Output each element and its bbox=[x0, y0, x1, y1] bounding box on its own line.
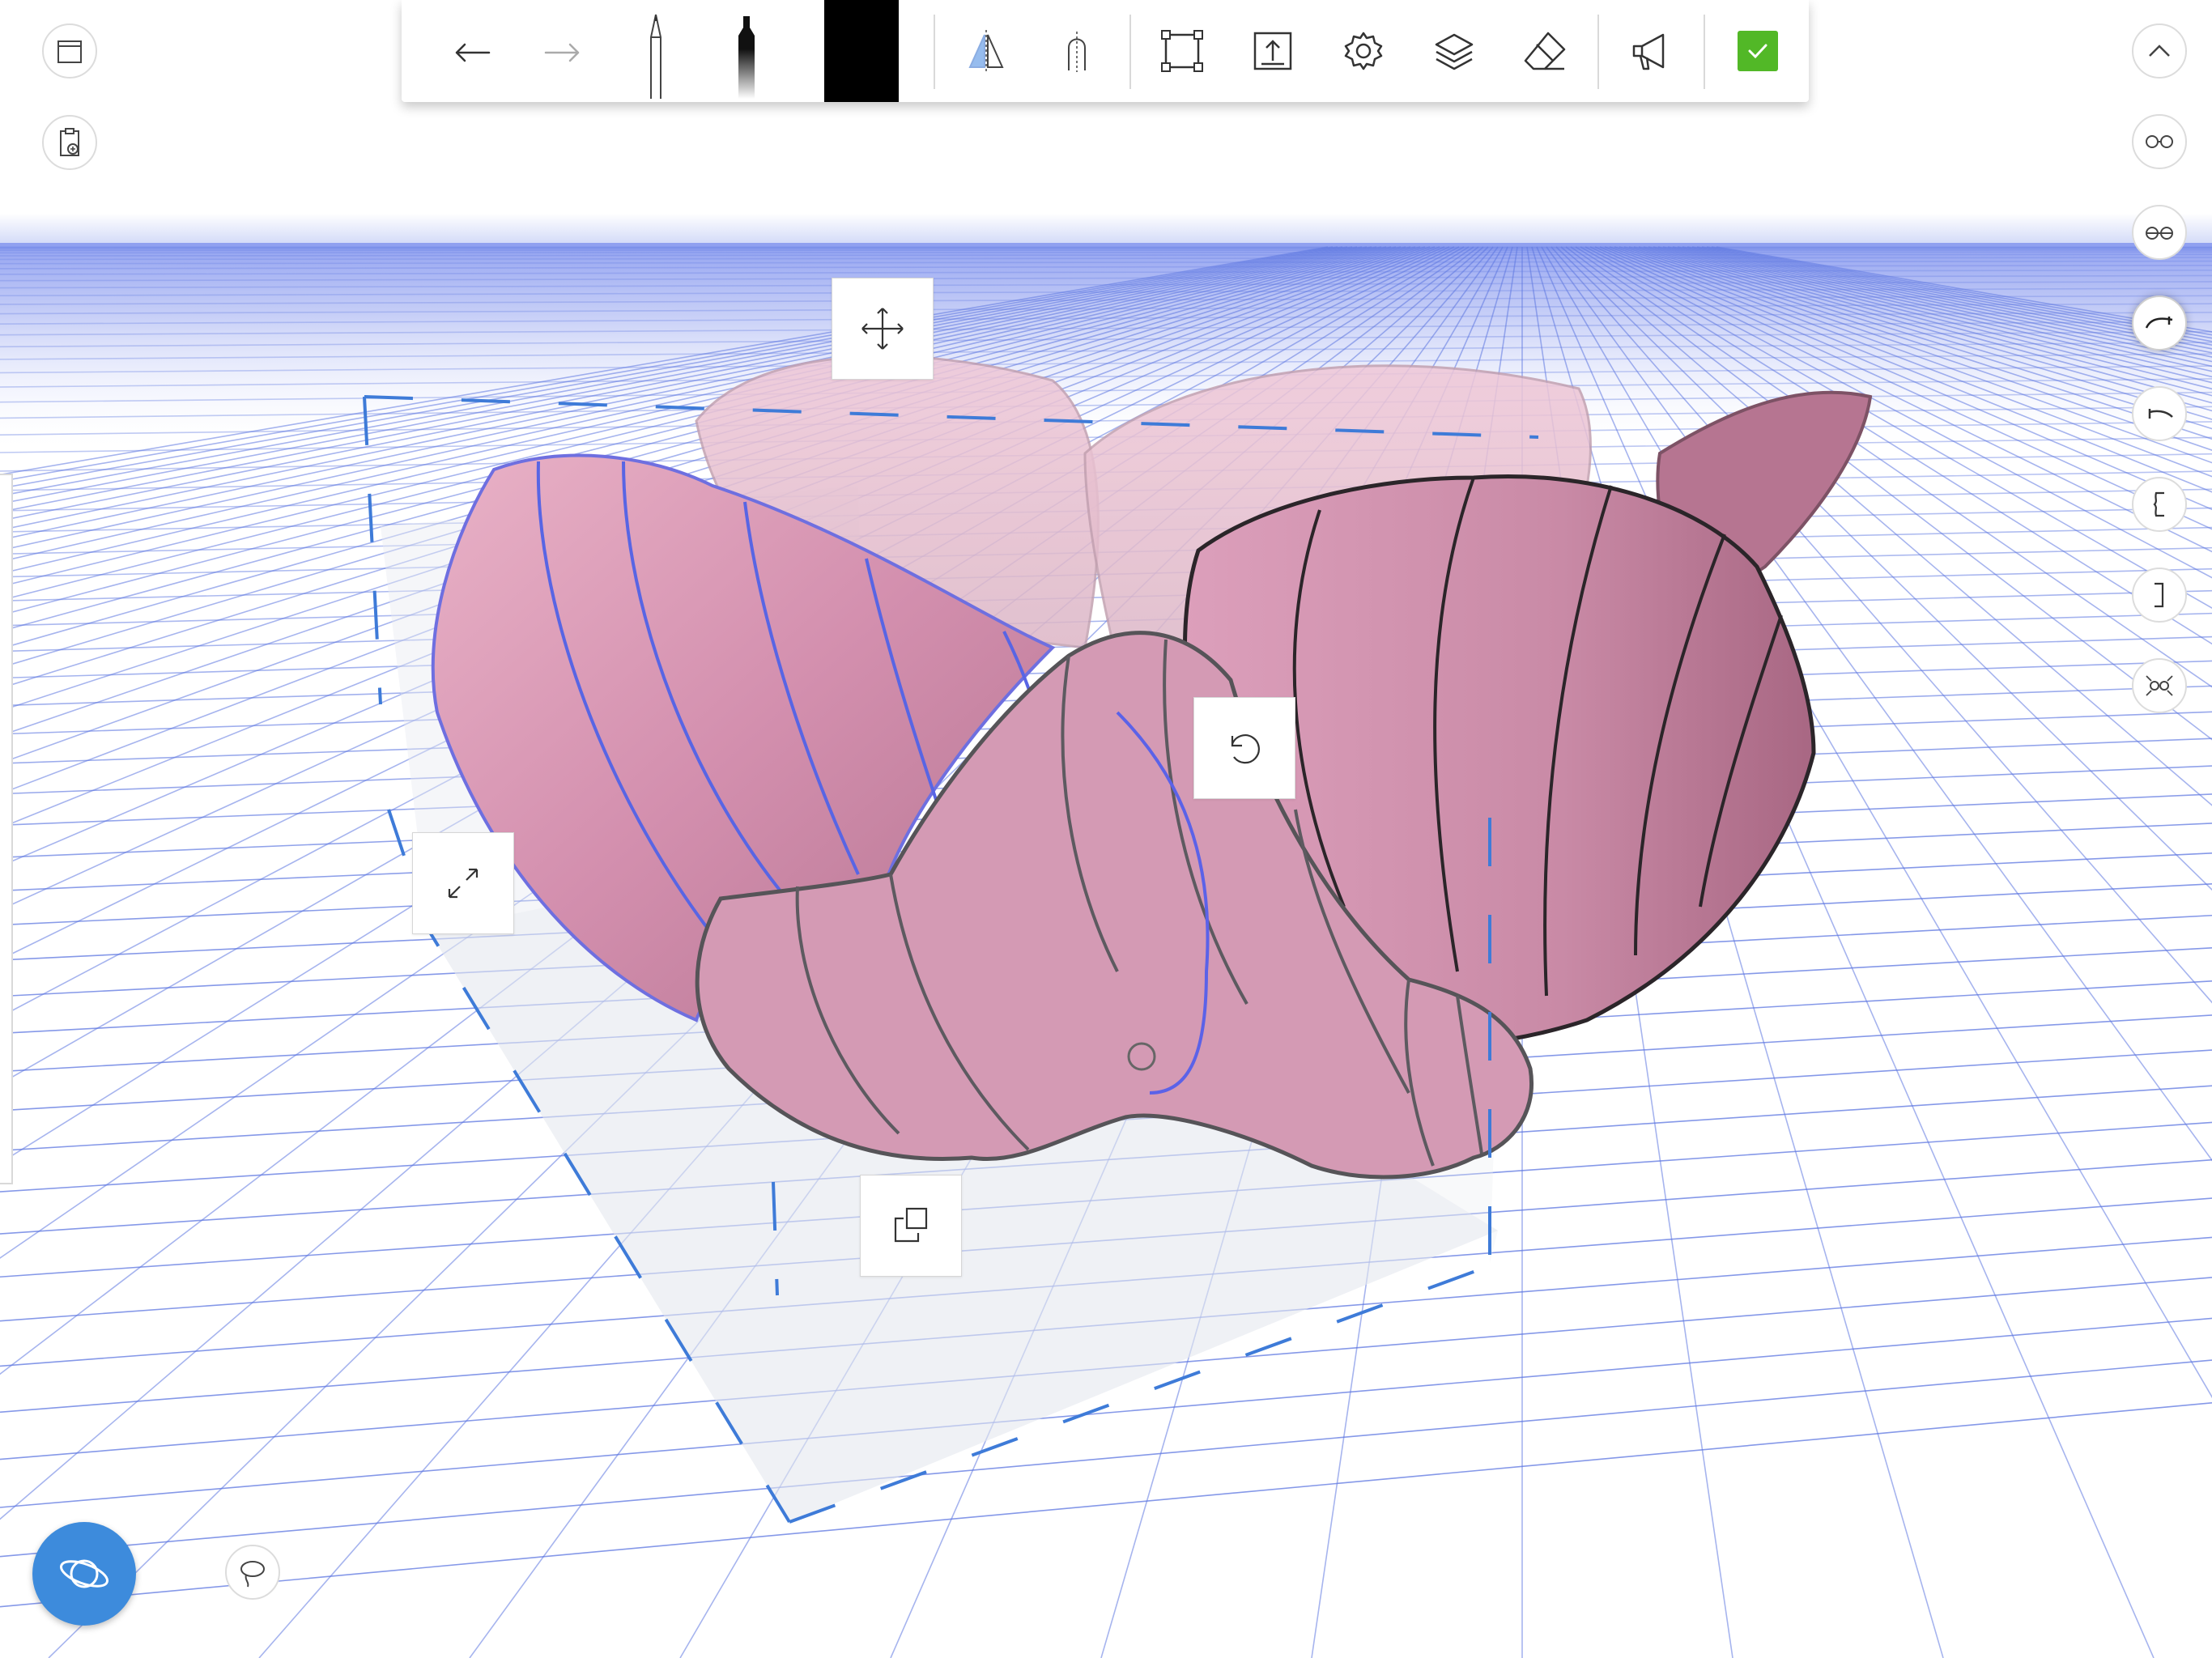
scale-arrows-icon bbox=[448, 868, 479, 899]
glasses-alt-view-icon bbox=[2146, 227, 2173, 240]
transform-button[interactable] bbox=[1143, 12, 1221, 90]
symmetry-mirror-icon bbox=[968, 30, 1004, 72]
undo-arrow-icon bbox=[455, 43, 491, 62]
stroke-start-cap-button[interactable] bbox=[2132, 386, 2187, 441]
glasses-view-icon bbox=[2146, 135, 2173, 148]
export-button[interactable] bbox=[1234, 12, 1312, 90]
duplicate-icon bbox=[894, 1207, 928, 1243]
eraser-button[interactable] bbox=[1506, 12, 1584, 90]
curve-guide-icon bbox=[1068, 32, 1086, 72]
layers-icon bbox=[1435, 33, 1474, 70]
marker-tool-icon bbox=[738, 16, 755, 99]
view-mode-button[interactable] bbox=[2132, 114, 2187, 169]
collapse-chevron-up-icon bbox=[2149, 45, 2170, 57]
toolbar-divider bbox=[1597, 15, 1599, 89]
redo-arrow-icon bbox=[544, 43, 580, 62]
main-toolbar bbox=[402, 0, 1809, 102]
move-handle[interactable] bbox=[832, 278, 934, 380]
stroke-end-cap-button[interactable] bbox=[2132, 295, 2187, 351]
color-swatch[interactable] bbox=[824, 0, 899, 102]
bracket-left-button[interactable] bbox=[2132, 477, 2187, 532]
eraser-icon bbox=[1524, 32, 1566, 70]
lasso-button[interactable] bbox=[225, 1545, 280, 1600]
window-frame-icon bbox=[57, 40, 82, 63]
export-upload-icon bbox=[1253, 32, 1292, 70]
duplicate-handle[interactable] bbox=[860, 1175, 962, 1277]
megaphone-icon bbox=[1632, 33, 1665, 70]
scale-handle[interactable] bbox=[412, 832, 514, 934]
toolbar-divider bbox=[1704, 15, 1705, 89]
bracket-right-icon bbox=[2155, 582, 2164, 608]
window-button[interactable] bbox=[42, 23, 97, 79]
view-mode-alt-button[interactable] bbox=[2132, 205, 2187, 260]
pencil-tool-button[interactable] bbox=[617, 5, 695, 99]
marker-tool-button[interactable] bbox=[708, 5, 785, 99]
curve-guide-button[interactable] bbox=[1038, 12, 1116, 90]
settings-button[interactable] bbox=[1325, 12, 1402, 90]
transform-box-icon bbox=[1161, 30, 1203, 72]
move-arrows-icon bbox=[861, 308, 904, 350]
undo-button[interactable] bbox=[434, 12, 512, 90]
checkmark-icon bbox=[1748, 44, 1767, 59]
lasso-icon bbox=[240, 1561, 265, 1588]
confirm-button[interactable] bbox=[1738, 31, 1778, 71]
feedback-button[interactable] bbox=[1611, 12, 1689, 90]
layers-button[interactable] bbox=[1415, 12, 1493, 90]
bracket-left-icon bbox=[2153, 491, 2164, 517]
stroke-end-cap-icon bbox=[2145, 317, 2173, 329]
bracket-right-button[interactable] bbox=[2132, 568, 2187, 623]
clipboard-paste-icon bbox=[60, 128, 79, 156]
side-panel-handle[interactable] bbox=[0, 474, 13, 1184]
toolbar-divider bbox=[934, 15, 935, 89]
rotate-icon bbox=[1231, 734, 1260, 764]
rotate-handle[interactable] bbox=[1193, 697, 1295, 799]
pencil-tool-icon bbox=[650, 14, 661, 99]
symmetry-button[interactable] bbox=[947, 12, 1025, 90]
toolbar-divider bbox=[1129, 15, 1131, 89]
3d-viewport[interactable] bbox=[0, 0, 2212, 1658]
collapse-toolbar-button[interactable] bbox=[2132, 23, 2187, 79]
gear-icon bbox=[1344, 32, 1383, 70]
redo-button[interactable] bbox=[523, 12, 601, 90]
orbit-planet-icon bbox=[60, 1559, 108, 1588]
fit-view-button[interactable] bbox=[2132, 658, 2187, 713]
orbit-button[interactable] bbox=[32, 1522, 136, 1626]
paste-button[interactable] bbox=[42, 115, 97, 170]
stroke-start-cap-icon bbox=[2148, 409, 2173, 419]
fit-view-glasses-icon bbox=[2146, 675, 2173, 696]
